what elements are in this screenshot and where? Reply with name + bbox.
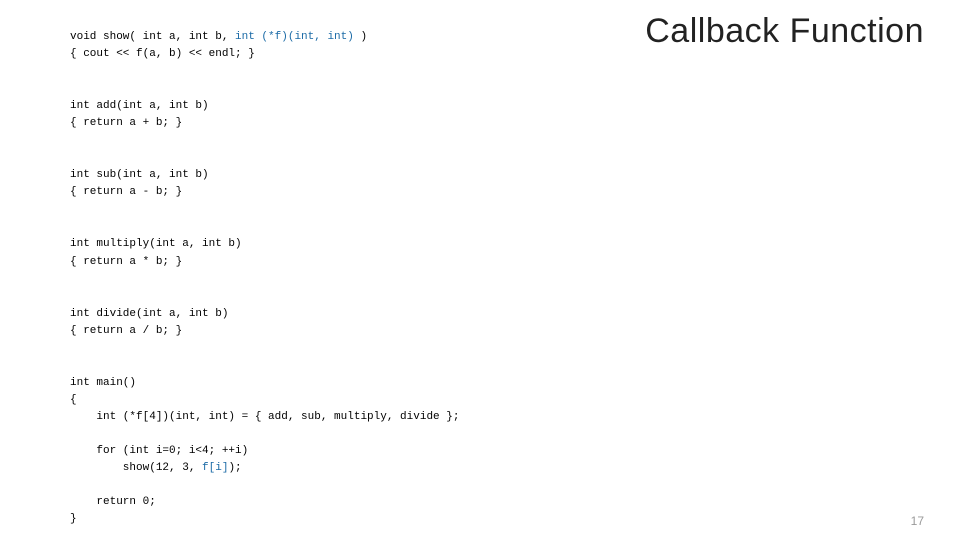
add-body: { return a + b; }	[70, 117, 182, 129]
fn-multiply: int multiply(int a, int b) { return a * …	[70, 236, 610, 270]
page-number: 17	[911, 514, 924, 528]
show-signature-a: void show( int a, int b,	[70, 31, 235, 43]
fn-show: void show( int a, int b, int (*f)(int, i…	[70, 29, 610, 63]
fn-main: int main() { int (*f[4])(int, int) = { a…	[70, 375, 610, 528]
show-body: { cout << f(a, b) << endl; }	[70, 48, 255, 60]
mul-sig: int multiply(int a, int b)	[70, 238, 242, 250]
main-close: }	[70, 513, 77, 525]
fn-sub: int sub(int a, int b) { return a - b; }	[70, 167, 610, 201]
main-open: {	[70, 394, 77, 406]
slide: Callback Function void show( int a, int …	[0, 0, 960, 540]
main-call-b: );	[228, 462, 241, 474]
fn-divide: int divide(int a, int b) { return a / b;…	[70, 306, 610, 340]
mul-body: { return a * b; }	[70, 256, 182, 268]
show-fp-param: int (*f)(int, int)	[235, 31, 354, 43]
slide-title: Callback Function	[645, 12, 924, 51]
main-arr: int (*f[4])(int, int) = { add, sub, mult…	[70, 411, 459, 423]
main-sig: int main()	[70, 377, 136, 389]
div-sig: int divide(int a, int b)	[70, 308, 228, 320]
main-return: return 0;	[70, 496, 156, 508]
sub-body: { return a - b; }	[70, 186, 182, 198]
main-call-f: f[i]	[202, 462, 228, 474]
add-sig: int add(int a, int b)	[70, 100, 209, 112]
main-for: for (int i=0; i<4; ++i)	[70, 445, 248, 457]
sub-sig: int sub(int a, int b)	[70, 169, 209, 181]
fn-add: int add(int a, int b) { return a + b; }	[70, 98, 610, 132]
code-listing: void show( int a, int b, int (*f)(int, i…	[70, 12, 610, 540]
show-signature-b: )	[354, 31, 367, 43]
div-body: { return a / b; }	[70, 325, 182, 337]
main-call-a: show(12, 3,	[70, 462, 202, 474]
